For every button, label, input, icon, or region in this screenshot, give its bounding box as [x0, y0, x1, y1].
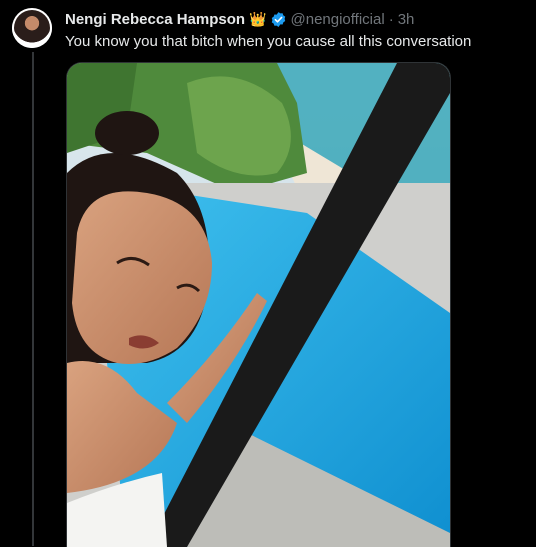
thread-line — [32, 52, 34, 546]
crown-emoji: 👑 — [249, 11, 267, 27]
avatar[interactable] — [12, 8, 52, 48]
tweet-header: Nengi Rebecca Hampson 👑 @nengiofficial ·… — [65, 9, 526, 29]
author-handle[interactable]: @nengiofficial — [291, 11, 385, 28]
tweet-text: You know you that bitch when you cause a… — [65, 33, 472, 50]
tweet-media-photo[interactable] — [66, 62, 451, 547]
author-name[interactable]: Nengi Rebecca Hampson — [65, 11, 245, 28]
separator-dot: · — [388, 10, 394, 28]
photo-illustration — [67, 63, 450, 547]
verified-badge-icon — [271, 11, 285, 27]
tweet-timestamp[interactable]: 3h — [398, 11, 415, 28]
